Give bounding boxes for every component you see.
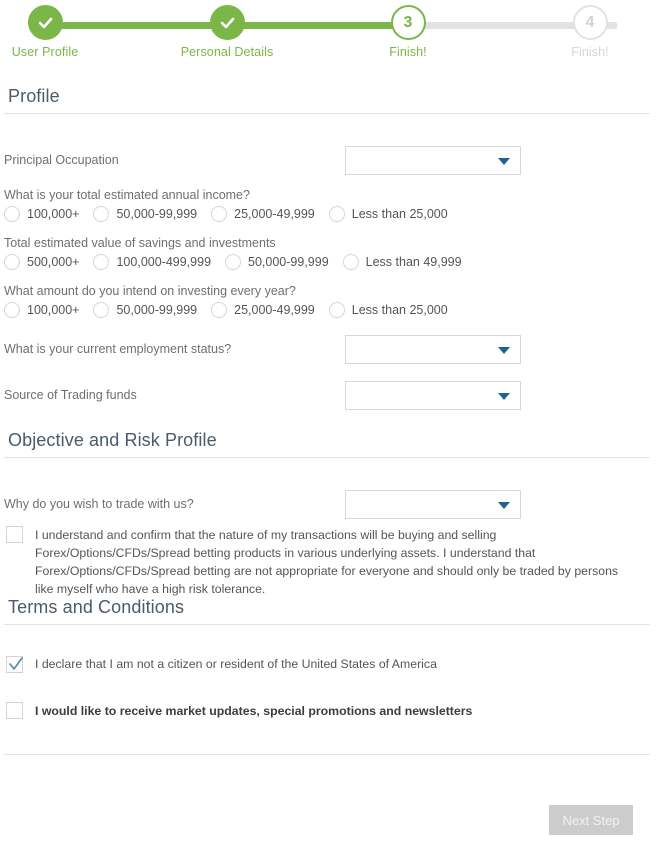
savings-option-3-label: Less than 49,999 bbox=[365, 255, 462, 269]
step-1-label: User Profile bbox=[11, 45, 79, 59]
savings-radio-group: 500,000+ 100,000-499,999 50,000-99,999 L… bbox=[4, 254, 650, 270]
annual-income-option-0[interactable]: 100,000+ bbox=[4, 206, 79, 222]
us-citizen-declaration-label: I declare that I am not a citizen or res… bbox=[35, 657, 437, 671]
field-trade-reason: Why do you wish to trade with us? bbox=[4, 489, 650, 519]
risk-acknowledgement-row[interactable]: I understand and confirm that the nature… bbox=[6, 526, 630, 598]
annual-income-option-3[interactable]: Less than 25,000 bbox=[328, 206, 448, 222]
step-3-label: Finish! bbox=[389, 45, 427, 59]
progress-stepper: User Profile Personal Details 3 Finish! … bbox=[0, 0, 662, 60]
field-source-of-funds: Source of Trading funds bbox=[4, 380, 650, 410]
field-employment-status: What is your current employment status? bbox=[4, 334, 650, 364]
profile-section-heading-wrap: Profile bbox=[4, 86, 650, 114]
risk-acknowledgement-checkbox[interactable] bbox=[6, 526, 23, 543]
trade-reason-label: Why do you wish to trade with us? bbox=[4, 497, 194, 511]
step-3-circle: 3 bbox=[390, 5, 426, 40]
radio-icon[interactable] bbox=[211, 206, 228, 222]
annual-income-option-3-label: Less than 25,000 bbox=[351, 207, 448, 221]
radio-icon[interactable] bbox=[211, 302, 228, 318]
trade-reason-select[interactable] bbox=[345, 489, 521, 519]
page-title-profile: Profile bbox=[4, 86, 650, 114]
radio-icon[interactable] bbox=[93, 254, 110, 270]
yearly-investment-option-2-label: 25,000-49,999 bbox=[234, 303, 315, 317]
chevron-down-icon bbox=[498, 392, 510, 400]
field-savings-value: Total estimated value of savings and inv… bbox=[4, 236, 650, 276]
radio-icon[interactable] bbox=[93, 302, 110, 318]
employment-status-select[interactable] bbox=[345, 334, 521, 364]
objective-section-heading-wrap: Objective and Risk Profile bbox=[4, 430, 650, 458]
annual-income-option-0-label: 100,000+ bbox=[27, 207, 80, 221]
step-4-label: Finish! bbox=[571, 45, 609, 59]
savings-option-0-label: 500,000+ bbox=[27, 255, 80, 269]
newsletter-optin-label: I would like to receive market updates, … bbox=[35, 704, 473, 718]
chevron-down-icon bbox=[498, 157, 510, 165]
field-annual-income: What is your total estimated annual inco… bbox=[4, 188, 650, 228]
radio-icon[interactable] bbox=[4, 254, 20, 270]
yearly-investment-option-2[interactable]: 25,000-49,999 bbox=[211, 302, 315, 318]
check-icon bbox=[218, 13, 237, 32]
page-title-terms: Terms and Conditions bbox=[4, 597, 650, 625]
newsletter-optin-row[interactable]: I would like to receive market updates, … bbox=[6, 702, 630, 720]
step-2-personal-details[interactable]: Personal Details bbox=[172, 5, 282, 59]
yearly-investment-question: What amount do you intend on investing e… bbox=[4, 284, 296, 298]
savings-option-2[interactable]: 50,000-99,999 bbox=[225, 254, 329, 270]
yearly-investment-radio-group: 100,000+ 50,000-99,999 25,000-49,999 Les… bbox=[4, 302, 650, 318]
us-citizen-declaration-row[interactable]: I declare that I am not a citizen or res… bbox=[6, 656, 630, 673]
annual-income-option-1-label: 50,000-99,999 bbox=[116, 207, 198, 221]
principal-occupation-label: Principal Occupation bbox=[4, 153, 119, 167]
yearly-investment-option-1[interactable]: 50,000-99,999 bbox=[93, 302, 197, 318]
radio-icon[interactable] bbox=[93, 206, 110, 222]
source-of-funds-label: Source of Trading funds bbox=[4, 388, 137, 402]
radio-icon[interactable] bbox=[225, 254, 242, 270]
annual-income-question: What is your total estimated annual inco… bbox=[4, 188, 250, 202]
savings-option-3[interactable]: Less than 49,999 bbox=[342, 254, 462, 270]
yearly-investment-option-3[interactable]: Less than 25,000 bbox=[328, 302, 448, 318]
principal-occupation-select[interactable] bbox=[345, 145, 521, 175]
savings-option-1[interactable]: 100,000-499,999 bbox=[93, 254, 211, 270]
yearly-investment-option-3-label: Less than 25,000 bbox=[351, 303, 448, 317]
step-4-circle: 4 bbox=[572, 5, 608, 40]
yearly-investment-option-0-label: 100,000+ bbox=[27, 303, 80, 317]
field-yearly-investment: What amount do you intend on investing e… bbox=[4, 284, 650, 324]
step-2-circle bbox=[209, 5, 245, 40]
savings-option-0[interactable]: 500,000+ bbox=[4, 254, 79, 270]
risk-acknowledgement-label: I understand and confirm that the nature… bbox=[35, 528, 619, 596]
us-citizen-declaration-checkbox[interactable] bbox=[6, 656, 23, 673]
annual-income-option-1[interactable]: 50,000-99,999 bbox=[93, 206, 197, 222]
registration-wizard-page: User Profile Personal Details 3 Finish! … bbox=[0, 0, 662, 842]
savings-option-2-label: 50,000-99,999 bbox=[248, 255, 329, 269]
source-of-funds-select[interactable] bbox=[345, 380, 521, 410]
radio-icon[interactable] bbox=[328, 302, 345, 318]
step-1-circle bbox=[27, 5, 63, 40]
annual-income-radio-group: 100,000+ 50,000-99,999 25,000-49,999 Les… bbox=[4, 206, 650, 222]
annual-income-option-2-label: 25,000-49,999 bbox=[234, 207, 315, 221]
check-icon bbox=[36, 13, 55, 32]
radio-icon[interactable] bbox=[4, 302, 20, 318]
step-2-label: Personal Details bbox=[180, 45, 274, 59]
radio-icon[interactable] bbox=[4, 206, 20, 222]
annual-income-option-2[interactable]: 25,000-49,999 bbox=[211, 206, 315, 222]
radio-icon[interactable] bbox=[328, 206, 345, 222]
page-title-objective: Objective and Risk Profile bbox=[4, 430, 650, 458]
savings-option-1-label: 100,000-499,999 bbox=[116, 255, 212, 269]
employment-status-label: What is your current employment status? bbox=[4, 342, 232, 356]
radio-icon[interactable] bbox=[342, 254, 359, 270]
yearly-investment-option-1-label: 50,000-99,999 bbox=[116, 303, 198, 317]
newsletter-optin-checkbox[interactable] bbox=[6, 702, 23, 719]
step-4-finish[interactable]: 4 Finish! bbox=[535, 5, 645, 59]
chevron-down-icon bbox=[498, 346, 510, 354]
step-1-user-profile[interactable]: User Profile bbox=[0, 5, 100, 59]
step-3-finish[interactable]: 3 Finish! bbox=[353, 5, 463, 59]
yearly-investment-option-0[interactable]: 100,000+ bbox=[4, 302, 79, 318]
next-step-button[interactable]: Next Step bbox=[549, 805, 633, 835]
field-principal-occupation: Principal Occupation bbox=[4, 145, 650, 175]
terms-section-heading-wrap: Terms and Conditions bbox=[4, 597, 650, 625]
chevron-down-icon bbox=[498, 501, 510, 509]
footer-divider bbox=[4, 754, 650, 755]
savings-question: Total estimated value of savings and inv… bbox=[4, 236, 276, 250]
